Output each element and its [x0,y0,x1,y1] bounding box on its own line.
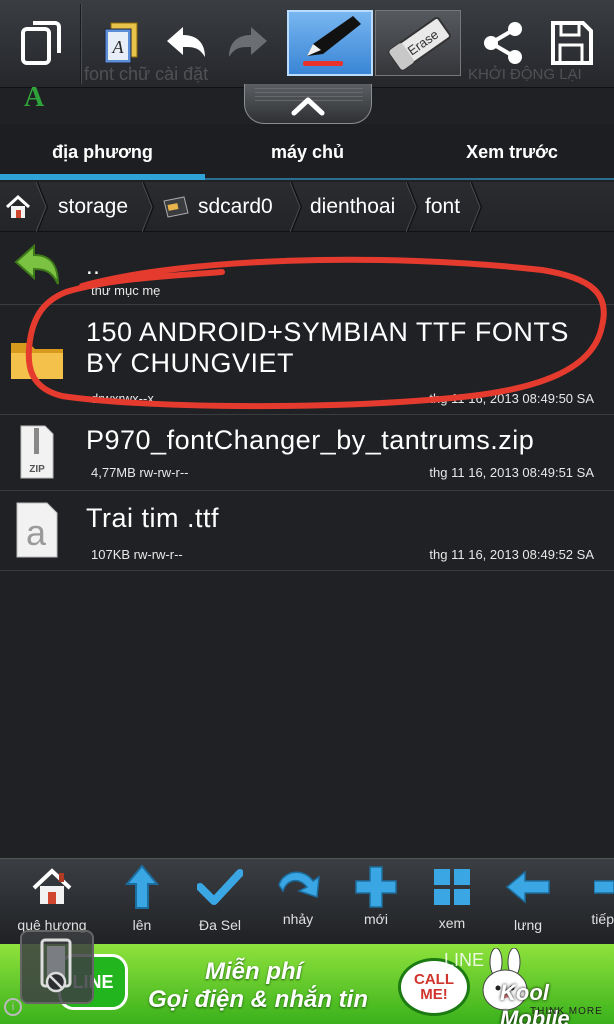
info-icon[interactable]: i [4,998,22,1016]
file-name: P970_fontChanger_by_tantrums.zip [86,425,535,455]
breadcrumb-sdcard0[interactable]: sdcard0 [198,182,273,232]
up-button[interactable]: lên [104,863,180,943]
share-icon [484,22,522,64]
save-button[interactable] [536,10,606,76]
jump-button-label: nhảy [282,911,314,927]
list-item-ttf[interactable]: a Trai tim .ttf 107KB rw-rw-r-- thg 11 1… [0,491,614,571]
breadcrumb-separator [142,182,154,232]
breadcrumb: storage sdcard0 dienthoai font [0,182,614,232]
arrow-right-icon [594,880,614,894]
collapse-toolbar-handle[interactable] [244,84,372,124]
file-meta: thư mục mẹ [91,283,161,298]
font-file-icon: a [8,501,66,559]
active-tab-indicator [0,174,205,180]
folder-icon [8,329,66,387]
breadcrumb-separator [290,182,302,232]
redo-icon [229,27,267,57]
back-button-label: lưng [513,917,543,933]
multi-select-label: Đa Sel [198,917,242,933]
file-name: 150 ANDROID+SYMBIAN TTF FONTS BY CHUNGVI… [86,317,569,378]
svg-text:A: A [112,37,125,57]
checkmark-icon [197,869,243,905]
breadcrumb-dienthoai[interactable]: dienthoai [310,182,395,232]
svg-text:a: a [26,512,47,553]
share-button[interactable] [468,10,538,76]
pen-color-indicator [303,61,343,66]
home-icon [5,194,31,218]
floating-overlay-button[interactable] [20,930,94,1004]
copy-pages-button[interactable] [6,10,76,76]
zip-file-icon: ZIP [8,423,66,481]
plus-icon [355,866,397,908]
arrow-left-icon [505,870,550,904]
watermark-logo: Kool Mobile [500,980,570,1024]
location-tabs: địa phương máy chủ Xem trước [0,124,614,180]
breadcrumb-separator [406,182,418,232]
text-page-icon: A [104,22,138,64]
annotation-toolbar: font chữ cài đặt KHỞI ĐỘNG LẠI A Erase [0,0,614,88]
breadcrumb-separator [36,182,48,232]
file-name: .. [86,253,101,280]
breadcrumb-sdcard-icon-wrap[interactable] [162,182,192,232]
file-meta: drwxrwx--x [91,391,154,406]
forward-button[interactable]: tiếp [562,863,614,943]
breadcrumb-home[interactable] [4,182,34,232]
file-date: thg 11 16, 2013 08:49:52 SA [429,547,594,562]
breadcrumb-storage[interactable]: storage [58,182,128,232]
undo-button[interactable] [150,10,220,76]
file-meta: 107KB rw-rw-r-- [91,547,183,562]
home-icon [32,868,72,904]
save-icon [551,21,593,65]
svg-text:A: A [24,84,45,110]
up-button-label: lên [132,917,152,933]
background-app-icon: A [24,84,45,110]
chevron-up-icon [291,97,325,115]
jump-arrow-icon [278,871,320,899]
undo-icon [167,27,205,57]
pen-tool-button[interactable] [287,10,373,76]
breadcrumb-separator [470,182,482,232]
svg-text:ZIP: ZIP [29,464,45,475]
bottom-action-bar: quê hương lên Đa Sel nhảy mới xem lưng t… [0,858,614,944]
file-name: Trai tim .ttf [86,503,219,533]
ad-headline: Miễn phí [205,958,303,985]
text-tool-button[interactable]: A [86,10,156,76]
ad-subline: Gọi điện & nhắn tin [148,986,368,1013]
new-button-label: mới [364,911,388,927]
redo-button[interactable] [214,10,284,76]
grid-view-icon [434,869,470,905]
tab-server[interactable]: máy chủ [205,124,410,180]
forward-button-label: tiếp [591,911,614,927]
list-item-folder[interactable]: 150 ANDROID+SYMBIAN TTF FONTS BY CHUNGVI… [0,305,614,415]
arrow-up-icon [125,864,159,909]
jump-button[interactable]: nhảy [260,863,336,943]
file-date: thg 11 16, 2013 08:49:51 SA [429,465,594,480]
list-item-zip[interactable]: ZIP P970_fontChanger_by_tantrums.zip 4,7… [0,415,614,491]
view-button-label: xem [438,915,466,931]
breadcrumb-font[interactable]: font [425,182,460,232]
tab-local[interactable]: địa phương [0,124,205,180]
multi-select-button[interactable]: Đa Sel [182,863,258,943]
file-date: thg 11 16, 2013 08:49:50 SA [429,391,594,406]
back-arrow-icon [8,237,66,295]
tab-preview[interactable]: Xem trước [410,124,614,180]
no-phone-icon [40,938,72,993]
watermark-tagline: THINK MORE [530,1006,603,1017]
view-button[interactable]: xem [414,863,490,943]
file-meta: 4,77MB rw-rw-r-- [91,465,189,480]
eraser-tool-button[interactable]: Erase [375,10,461,76]
copy-pages-icon [21,21,61,65]
list-item-parent-dir[interactable]: .. thư mục mẹ [0,233,614,305]
back-button[interactable]: lưng [490,863,566,943]
sd-card-icon [163,196,189,218]
pen-icon [307,16,361,56]
new-button[interactable]: mới [338,863,414,943]
